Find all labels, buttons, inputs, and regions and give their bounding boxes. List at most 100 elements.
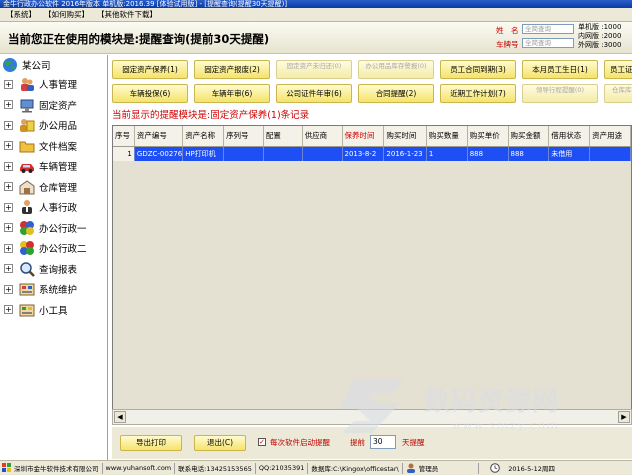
- reminder-button[interactable]: 固定资产报废(2): [194, 60, 270, 79]
- sidebar-item-label: 办公行政二: [39, 244, 87, 255]
- sidebar-item-label: 人事行政: [39, 203, 78, 214]
- column-header[interactable]: 序号: [113, 126, 135, 147]
- watermark-logo-icon: [340, 379, 404, 433]
- column-header[interactable]: 配置: [263, 126, 303, 147]
- column-header[interactable]: 购买数量: [426, 126, 468, 147]
- assets-icon: [19, 97, 35, 113]
- reminder-button[interactable]: 员工证件: [604, 60, 632, 79]
- table-cell: 1: [426, 146, 468, 161]
- expand-toggle-icon[interactable]: +: [4, 79, 13, 89]
- column-header[interactable]: 资产名称: [182, 126, 225, 147]
- expand-toggle-icon[interactable]: +: [4, 264, 13, 273]
- clock-icon: [490, 463, 501, 473]
- column-header[interactable]: 借用状态: [548, 126, 591, 147]
- sidebar-item[interactable]: + 固定资产: [0, 96, 77, 114]
- reminder-table: 序号 资产编号 资产名称 序列号 配置 供应商 保养时间 购买时间 购买数量 购买单价 购买金额 借用…: [113, 126, 631, 161]
- table-cell: [223, 146, 264, 161]
- sidebar-item[interactable]: + 查询报表: [0, 260, 77, 278]
- table-cell: [263, 146, 303, 161]
- table-row[interactable]: 1 GDZC-00276 HP打印机 2013-8-2 2016-1-23 1 888 888…: [113, 146, 631, 161]
- reminder-button[interactable]: 领导行程提醒(0): [522, 84, 598, 103]
- sidebar-item[interactable]: + 系统维护: [0, 280, 77, 298]
- name-search-input[interactable]: 全简查询: [522, 24, 574, 34]
- expand-toggle-icon[interactable]: +: [4, 161, 13, 171]
- column-header[interactable]: 资产用途: [589, 126, 631, 147]
- user-icon: [406, 463, 415, 473]
- scroll-right-icon[interactable]: ▶: [618, 411, 630, 423]
- menu-how-to-buy[interactable]: 【如何购买】: [44, 9, 89, 20]
- sidebar-item[interactable]: + 人事管理: [0, 75, 77, 93]
- sidebar-item-label: 查询报表: [39, 264, 78, 276]
- expand-toggle-icon[interactable]: +: [4, 243, 13, 253]
- sidebar-item-label: 固定资产: [39, 100, 78, 112]
- sidebar-item[interactable]: + 办公行政二: [0, 239, 87, 257]
- plate-label: 车牌号: [496, 40, 519, 49]
- sidebar-item[interactable]: + 车辆管理: [0, 157, 77, 175]
- sidebar-item-label: 仓库管理: [39, 182, 78, 194]
- expand-toggle-icon[interactable]: +: [4, 223, 13, 232]
- column-header[interactable]: 保养时间: [342, 126, 385, 147]
- expand-toggle-icon[interactable]: +: [4, 141, 13, 150]
- personnel-icon: [19, 76, 35, 92]
- sidebar-item[interactable]: + 办公用品: [0, 116, 77, 134]
- table-cell: 888: [467, 146, 509, 161]
- auto-remind-label: 每次软件启动提醒: [270, 438, 330, 447]
- reminder-notice: 当前显示的提醒模块是:固定资产保养(1)条记录: [112, 110, 310, 121]
- expand-toggle-icon[interactable]: +: [4, 100, 13, 109]
- reminder-button[interactable]: 仓库库存: [604, 84, 632, 103]
- sidebar-item-label: 办公行政一: [39, 223, 87, 235]
- sidebar-item-label: 车辆管理: [39, 162, 78, 173]
- sidebar-item[interactable]: + 小工具: [0, 301, 68, 319]
- sidebar-item[interactable]: + 办公行政一: [0, 219, 87, 237]
- menu-other-software[interactable]: 【其他软件下载】: [97, 9, 157, 20]
- table-cell: 2013-8-2: [342, 146, 385, 161]
- column-header[interactable]: 购买时间: [383, 126, 427, 147]
- table-cell: 未借用: [548, 146, 591, 161]
- plate-search-input[interactable]: 全简查询: [522, 38, 574, 48]
- reminder-button[interactable]: 公司证件年审(6): [276, 84, 352, 103]
- reminder-button[interactable]: 近期工作计划(7): [440, 84, 516, 103]
- table-cell: HP打印机: [182, 146, 225, 161]
- reminder-button[interactable]: 员工合同到期(3): [440, 60, 516, 79]
- reminder-button[interactable]: 办公用品库存警报(0): [358, 60, 434, 79]
- expand-toggle-icon[interactable]: +: [4, 284, 13, 294]
- export-print-button[interactable]: 导出打印: [120, 435, 182, 451]
- status-phone: 联系电话:13425153565: [178, 465, 252, 473]
- menu-bar: 【系统】 【如何购买】 【其他软件下载】: [0, 8, 632, 22]
- globe-icon: [3, 58, 17, 72]
- expand-toggle-icon[interactable]: +: [4, 305, 13, 314]
- tools-icon: [19, 302, 35, 318]
- sidebar-item[interactable]: + 仓库管理: [0, 178, 77, 196]
- column-header[interactable]: 序列号: [223, 126, 264, 147]
- column-header[interactable]: 购买金额: [508, 126, 550, 147]
- reminder-button[interactable]: 车辆年审(6): [194, 84, 270, 103]
- reminder-button[interactable]: 固定资产保养(1): [112, 60, 188, 79]
- scroll-left-icon[interactable]: ◀: [114, 411, 126, 423]
- tree-root-company[interactable]: 某公司: [2, 57, 51, 73]
- expand-toggle-icon[interactable]: +: [4, 182, 13, 191]
- expand-toggle-icon[interactable]: +: [4, 120, 13, 130]
- report-query-icon: [19, 261, 35, 277]
- exit-button[interactable]: 退出(C): [194, 435, 246, 451]
- watermark-text: 数码资源网: [424, 387, 560, 417]
- sidebar-item[interactable]: + 人事行政: [0, 198, 77, 216]
- column-header[interactable]: 购买单价: [467, 126, 509, 147]
- table-cell: GDZC-00276: [134, 146, 184, 161]
- reminder-button[interactable]: 合同提醒(2): [358, 84, 434, 103]
- sidebar-item-label: 系统维护: [39, 285, 78, 296]
- expand-toggle-icon[interactable]: +: [4, 202, 13, 212]
- warehouse-icon: [19, 179, 35, 195]
- reminder-button[interactable]: 本月员工生日(1): [522, 60, 598, 79]
- menu-system[interactable]: 【系统】: [6, 9, 36, 20]
- hr-admin-icon: [19, 199, 35, 215]
- auto-remind-checkbox[interactable]: ✓: [258, 438, 266, 446]
- office-admin-2-icon: [19, 240, 35, 256]
- status-date: 2016-5-12周四: [508, 465, 555, 473]
- reminder-button[interactable]: 车辆投保(6): [112, 84, 188, 103]
- sidebar-item-label: 文件档案: [39, 141, 78, 153]
- column-header[interactable]: 资产编号: [134, 126, 184, 147]
- reminder-button[interactable]: 固定资产未归还(0): [276, 60, 352, 79]
- column-header[interactable]: 供应商: [302, 126, 343, 147]
- sidebar-item[interactable]: + 文件档案: [0, 137, 77, 155]
- sidebar-tree: 某公司 + 人事管理 + 固定资产 + 办公用品 + 文件档案 + 车辆管理 + 仓库管理 + 人事行政 +…: [0, 55, 108, 460]
